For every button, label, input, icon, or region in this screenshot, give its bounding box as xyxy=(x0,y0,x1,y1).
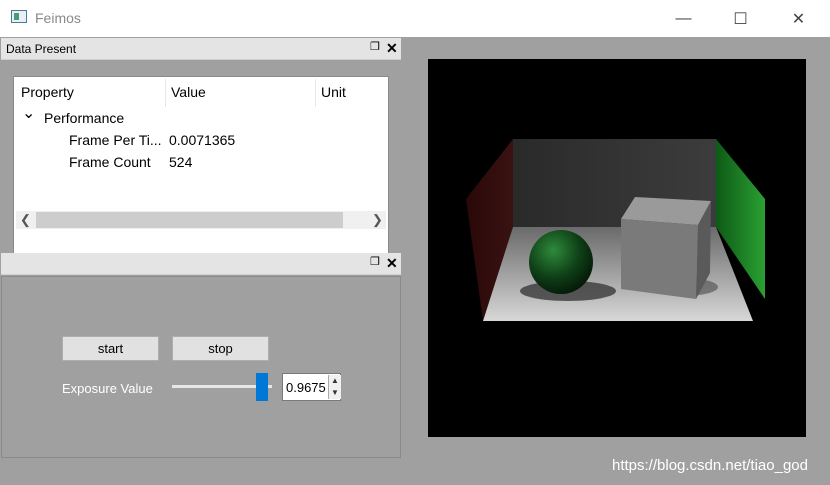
tree-row-property[interactable]: Frame Count xyxy=(69,154,151,170)
maximize-button[interactable]: ☐ xyxy=(711,0,770,37)
controls-dock-title-bar[interactable]: ❐ ✕ xyxy=(1,253,401,275)
tree-row-value: 524 xyxy=(169,154,193,170)
close-window-button[interactable]: ✕ xyxy=(769,0,828,37)
app-icon xyxy=(11,10,27,23)
stop-button[interactable]: stop xyxy=(172,336,269,361)
cube-front xyxy=(621,219,698,299)
title-bar: Feimos — ☐ ✕ xyxy=(0,0,830,37)
float-icon[interactable]: ❐ xyxy=(370,257,381,268)
horizontal-scrollbar[interactable]: ❮ ❯ xyxy=(16,211,386,229)
chevron-down-icon[interactable]: ⌄ xyxy=(22,103,35,123)
minimize-button[interactable]: — xyxy=(654,0,713,37)
scroll-right-icon[interactable]: ❯ xyxy=(372,212,383,228)
scroll-left-icon[interactable]: ❮ xyxy=(20,212,31,228)
dock-title: Data Present xyxy=(6,42,77,56)
close-icon[interactable]: ✕ xyxy=(386,40,398,57)
spin-up-icon[interactable]: ▲ xyxy=(328,375,341,387)
column-separator xyxy=(315,79,316,107)
exposure-value: 0.9675 xyxy=(286,380,326,395)
tree-group-performance[interactable]: Performance xyxy=(44,110,124,126)
render-viewport[interactable] xyxy=(428,59,806,437)
floor xyxy=(483,227,753,321)
property-tree[interactable]: Property Value Unit ⌄ Performance Frame … xyxy=(13,76,389,272)
window-title: Feimos xyxy=(35,10,81,26)
float-icon[interactable]: ❐ xyxy=(370,42,381,53)
tree-row-property[interactable]: Frame Per Ti... xyxy=(69,132,162,148)
watermark: https://blog.csdn.net/tiao_god xyxy=(612,457,808,474)
controls-dock: start stop Exposure Value 0.9675 ▲ ▼ xyxy=(1,276,401,458)
green-sphere xyxy=(529,230,593,294)
dock-title-bar[interactable]: Data Present ❐ ✕ xyxy=(1,38,401,60)
start-button[interactable]: start xyxy=(62,336,159,361)
tree-row-value: 0.0071365 xyxy=(169,132,236,148)
column-separator xyxy=(165,79,166,107)
data-present-dock: Data Present ❐ ✕ Property Value Unit ⌄ P… xyxy=(1,38,401,272)
spin-down-icon[interactable]: ▼ xyxy=(328,387,341,399)
exposure-label: Exposure Value xyxy=(62,381,153,396)
cornell-box-render xyxy=(466,139,765,321)
exposure-slider-handle[interactable] xyxy=(256,373,268,401)
column-header-unit[interactable]: Unit xyxy=(321,84,346,108)
column-header-value[interactable]: Value xyxy=(171,84,206,108)
close-icon[interactable]: ✕ xyxy=(386,255,398,272)
scrollbar-thumb[interactable] xyxy=(36,212,343,228)
exposure-spinbox[interactable]: 0.9675 ▲ ▼ xyxy=(282,373,341,401)
